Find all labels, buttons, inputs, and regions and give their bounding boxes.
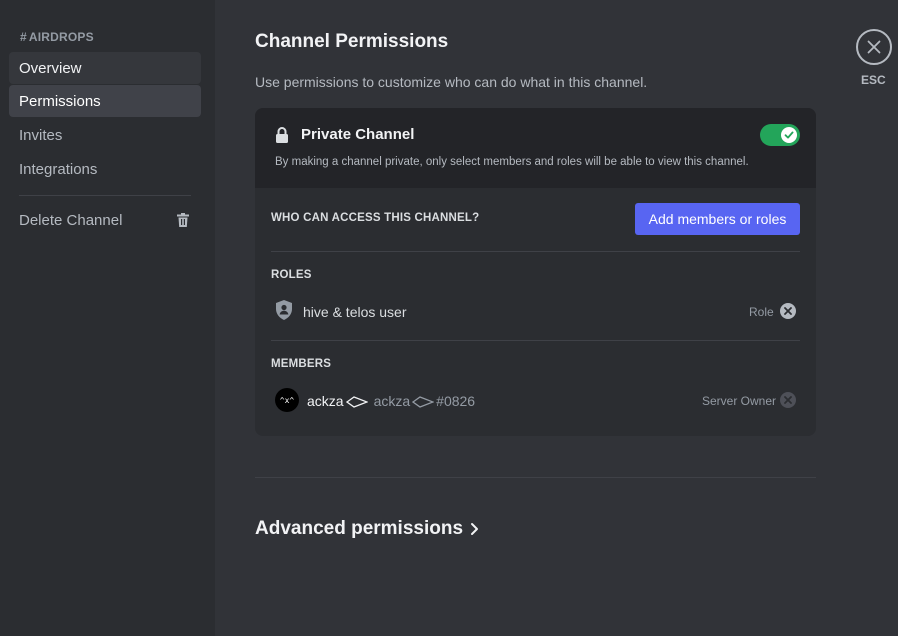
sidebar-item-overview[interactable]: Overview xyxy=(9,52,201,84)
private-channel-title: Private Channel xyxy=(301,126,415,143)
close-icon xyxy=(784,396,792,404)
add-members-or-roles-button[interactable]: Add members or roles xyxy=(635,203,800,235)
roles-label: ROLES xyxy=(271,269,312,281)
role-name: hive & telos user xyxy=(303,304,407,320)
sidebar-item-label: Invites xyxy=(19,126,63,144)
private-channel-toggle[interactable] xyxy=(760,124,800,146)
divider xyxy=(271,340,800,341)
sidebar-item-integrations[interactable]: Integrations xyxy=(9,153,201,185)
member-discriminator: #0826 xyxy=(436,393,476,409)
sidebar-item-delete-channel[interactable]: Delete Channel xyxy=(9,204,201,236)
permissions-card: Private Channel By making a channel priv… xyxy=(255,108,816,436)
sidebar-item-label: Overview xyxy=(19,59,82,77)
channel-hash-icon: # xyxy=(20,30,27,44)
toggle-knob xyxy=(781,127,797,143)
sidebar-item-invites[interactable]: Invites xyxy=(9,119,201,151)
sidebar-divider xyxy=(19,195,191,196)
arrow-emoji-icon xyxy=(412,396,435,409)
channel-name: AIRDROPS xyxy=(28,30,94,44)
sidebar-item-label: Integrations xyxy=(19,160,98,178)
sidebar-item-permissions[interactable]: Permissions xyxy=(9,85,201,117)
esc-label: ESC xyxy=(861,73,886,87)
access-label: WHO CAN ACCESS THIS CHANNEL? xyxy=(271,212,480,224)
sidebar-item-label: Delete Channel xyxy=(19,211,123,229)
role-tag: Role xyxy=(749,305,774,319)
member-username: ackza xyxy=(373,393,411,409)
main-content: Channel Permissions Use permissions to c… xyxy=(215,0,898,636)
member-entry: ackza ackza #0826 xyxy=(307,393,475,409)
arrow-emoji-icon xyxy=(345,396,368,409)
page-title: Channel Permissions xyxy=(255,31,449,52)
chevron-right-icon[interactable] xyxy=(469,522,479,536)
advanced-permissions-link[interactable]: Advanced permissions xyxy=(255,518,463,540)
close-button[interactable] xyxy=(856,29,892,65)
divider xyxy=(271,251,800,252)
private-channel-description: By making a channel private, only select… xyxy=(275,156,749,168)
remove-member-button xyxy=(780,392,796,408)
private-channel-section: Private Channel By making a channel priv… xyxy=(255,108,816,188)
member-display-name: ackza xyxy=(307,393,344,409)
member-tag: Server Owner xyxy=(702,394,777,408)
trash-icon xyxy=(177,213,189,227)
shield-person-icon xyxy=(276,300,292,320)
lock-icon xyxy=(276,127,288,143)
members-label: MEMBERS xyxy=(271,358,332,370)
check-icon xyxy=(784,131,794,139)
avatar: ^x^ xyxy=(275,388,299,412)
remove-role-button[interactable] xyxy=(780,303,796,319)
close-icon xyxy=(867,40,881,54)
page-description: Use permissions to customize who can do … xyxy=(255,74,648,90)
settings-sidebar: # AIRDROPS Overview Permissions Invites I… xyxy=(0,0,215,636)
sidebar-channel-header: # AIRDROPS xyxy=(20,30,94,44)
sidebar-item-label: Permissions xyxy=(19,92,101,110)
close-icon xyxy=(784,307,792,315)
divider xyxy=(255,477,816,478)
